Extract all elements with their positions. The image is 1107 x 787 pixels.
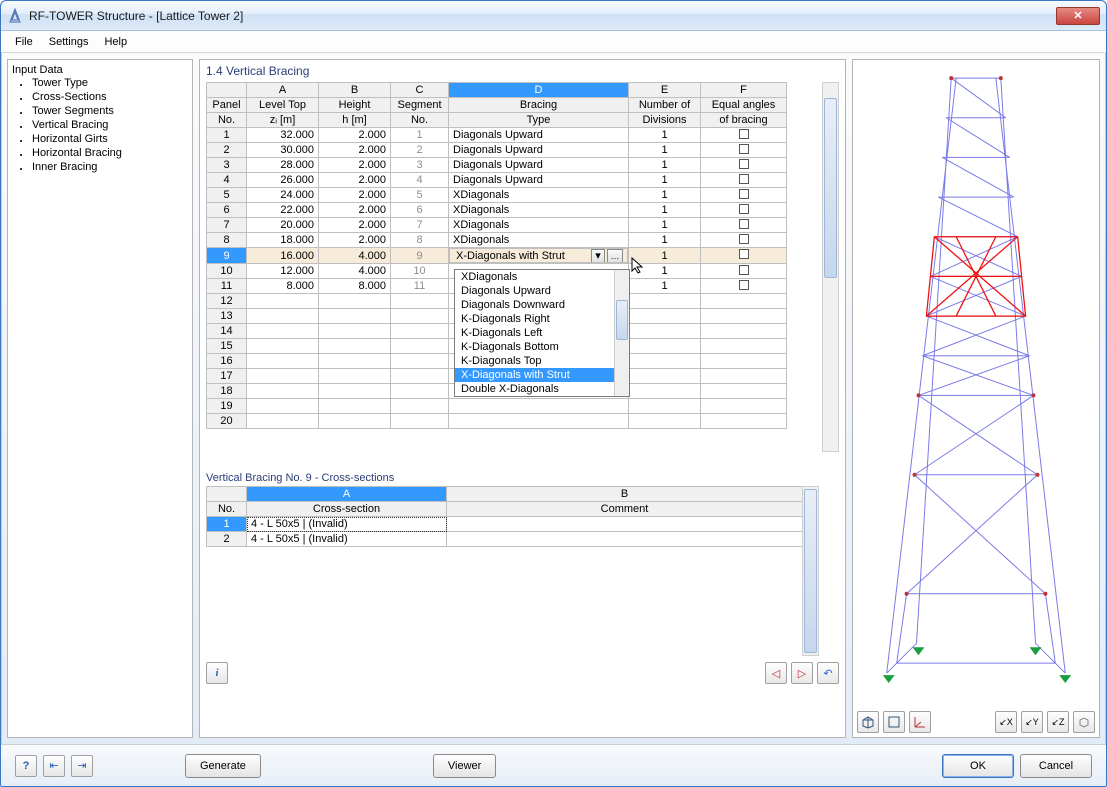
sidebar-item-horizontal-girts[interactable]: Horizontal Girts xyxy=(12,132,188,146)
cross-sections-panel: Vertical Bracing No. 9 - Cross-sections … xyxy=(206,472,839,656)
dropdown-item[interactable]: Diagonals Downward xyxy=(455,298,629,312)
footer: ? ⇤ ⇥ Generate Viewer OK Cancel xyxy=(1,744,1106,786)
undo-icon: ↶ xyxy=(823,667,832,680)
dropdown-item[interactable]: K-Diagonals Bottom xyxy=(455,340,629,354)
equal-angles-checkbox[interactable] xyxy=(739,219,749,229)
tower-svg xyxy=(857,64,1095,707)
triangle-right-icon: ▷ xyxy=(798,667,806,680)
dropdown-scrollbar[interactable] xyxy=(614,270,629,396)
dropdown-item[interactable]: K-Diagonals Left xyxy=(455,326,629,340)
equal-angles-checkbox[interactable] xyxy=(739,249,749,259)
dropdown-item[interactable]: XDiagonals xyxy=(455,270,629,284)
ok-button[interactable]: OK xyxy=(942,754,1014,778)
app-icon xyxy=(7,8,23,24)
dropdown-item[interactable]: K-Diagonals Top xyxy=(455,354,629,368)
dropdown-item[interactable]: Diagonals Upward xyxy=(455,284,629,298)
axis-z-icon: ↙Z xyxy=(1051,717,1064,728)
titlebar[interactable]: RF-TOWER Structure - [Lattice Tower 2] ✕ xyxy=(1,1,1106,31)
info-button[interactable]: i xyxy=(206,662,228,684)
dropdown-item[interactable]: K-Diagonals Right xyxy=(455,312,629,326)
panel-title: 1.4 Vertical Bracing xyxy=(206,64,839,82)
bracing-type-dropdown[interactable]: XDiagonalsDiagonals UpwardDiagonals Down… xyxy=(454,269,630,397)
next-button[interactable]: ▷ xyxy=(791,662,813,684)
equal-angles-checkbox[interactable] xyxy=(739,129,749,139)
sidebar-item-vertical-bracing[interactable]: Vertical Bracing xyxy=(12,118,188,132)
import-icon: ⇤ xyxy=(49,759,58,772)
help-button[interactable]: ? xyxy=(15,755,37,777)
main-panel: 1.4 Vertical Bracing ABCDEFPanelLevel To… xyxy=(199,59,846,738)
equal-angles-checkbox[interactable] xyxy=(739,280,749,290)
equal-angles-checkbox[interactable] xyxy=(739,204,749,214)
equal-angles-checkbox[interactable] xyxy=(739,144,749,154)
viewer-btn-3[interactable] xyxy=(909,711,931,733)
sidebar-heading: Input Data xyxy=(12,64,188,76)
app-window: RF-TOWER Structure - [Lattice Tower 2] ✕… xyxy=(0,0,1107,787)
viewer-btn-2[interactable] xyxy=(883,711,905,733)
dropdown-item[interactable]: Double X-Diagonals xyxy=(455,382,629,396)
axes-icon xyxy=(913,715,927,729)
dropdown-item[interactable]: X-Diagonals with Strut xyxy=(455,368,629,382)
iso-cube-icon xyxy=(1077,715,1091,729)
close-button[interactable]: ✕ xyxy=(1056,7,1100,25)
undo-button[interactable]: ↶ xyxy=(817,662,839,684)
subpanel-title: Vertical Bracing No. 9 - Cross-sections xyxy=(206,472,839,486)
tower-canvas[interactable] xyxy=(857,64,1095,707)
equal-angles-checkbox[interactable] xyxy=(739,265,749,275)
view-y-button[interactable]: ↙Y xyxy=(1021,711,1043,733)
cancel-button[interactable]: Cancel xyxy=(1020,754,1092,778)
sidebar-item-cross-sections[interactable]: Cross-Sections xyxy=(12,90,188,104)
sidebar-item-inner-bracing[interactable]: Inner Bracing xyxy=(12,160,188,174)
cube-icon xyxy=(861,715,875,729)
sub-table-scrollbar[interactable] xyxy=(802,486,819,656)
menu-file[interactable]: File xyxy=(7,34,41,50)
view-z-button[interactable]: ↙Z xyxy=(1047,711,1069,733)
dropdown-arrow-icon[interactable]: ▾ xyxy=(591,249,605,263)
generate-button[interactable]: Generate xyxy=(185,754,261,778)
equal-angles-checkbox[interactable] xyxy=(739,174,749,184)
viewer-button[interactable]: Viewer xyxy=(433,754,496,778)
main-toolbar: i ◁ ▷ ↶ xyxy=(206,656,839,684)
menu-help[interactable]: Help xyxy=(96,34,135,50)
window-title: RF-TOWER Structure - [Lattice Tower 2] xyxy=(29,9,1056,23)
subpanel-table[interactable]: ABNo.Cross-sectionComment14 - L 50x5 | (… xyxy=(206,486,803,547)
main-table-scrollbar[interactable] xyxy=(822,82,839,452)
viewer-btn-1[interactable] xyxy=(857,711,879,733)
view-x-button[interactable]: ↙X xyxy=(995,711,1017,733)
axis-x-icon: ↙X xyxy=(999,717,1013,728)
axis-y-icon: ↙Y xyxy=(1025,717,1039,728)
equal-angles-checkbox[interactable] xyxy=(739,159,749,169)
export-icon: ⇥ xyxy=(77,759,86,772)
browse-button[interactable]: … xyxy=(607,249,623,263)
view-iso-button[interactable] xyxy=(1073,711,1095,733)
sidebar-item-tower-type[interactable]: Tower Type xyxy=(12,76,188,90)
equal-angles-checkbox[interactable] xyxy=(739,189,749,199)
bracing-type-cell[interactable]: X-Diagonals with Strut▾… xyxy=(449,248,628,263)
viewer-panel: ↙X ↙Y ↙Z xyxy=(852,59,1100,738)
sidebar-item-tower-segments[interactable]: Tower Segments xyxy=(12,104,188,118)
equal-angles-checkbox[interactable] xyxy=(739,234,749,244)
triangle-left-icon: ◁ xyxy=(772,667,780,680)
main-table-wrap: ABCDEFPanelLevel TopHeightSegmentBracing… xyxy=(206,82,839,452)
viewer-toolbar: ↙X ↙Y ↙Z xyxy=(857,707,1095,733)
sidebar-item-horizontal-bracing[interactable]: Horizontal Bracing xyxy=(12,146,188,160)
export-button[interactable]: ⇥ xyxy=(71,755,93,777)
prev-button[interactable]: ◁ xyxy=(765,662,787,684)
sidebar: Input Data Tower Type Cross-Sections Tow… xyxy=(7,59,193,738)
menubar: File Settings Help xyxy=(1,31,1106,53)
content-area: Input Data Tower Type Cross-Sections Tow… xyxy=(1,53,1106,744)
menu-settings[interactable]: Settings xyxy=(41,34,97,50)
import-button[interactable]: ⇤ xyxy=(43,755,65,777)
cube-wire-icon xyxy=(887,715,901,729)
